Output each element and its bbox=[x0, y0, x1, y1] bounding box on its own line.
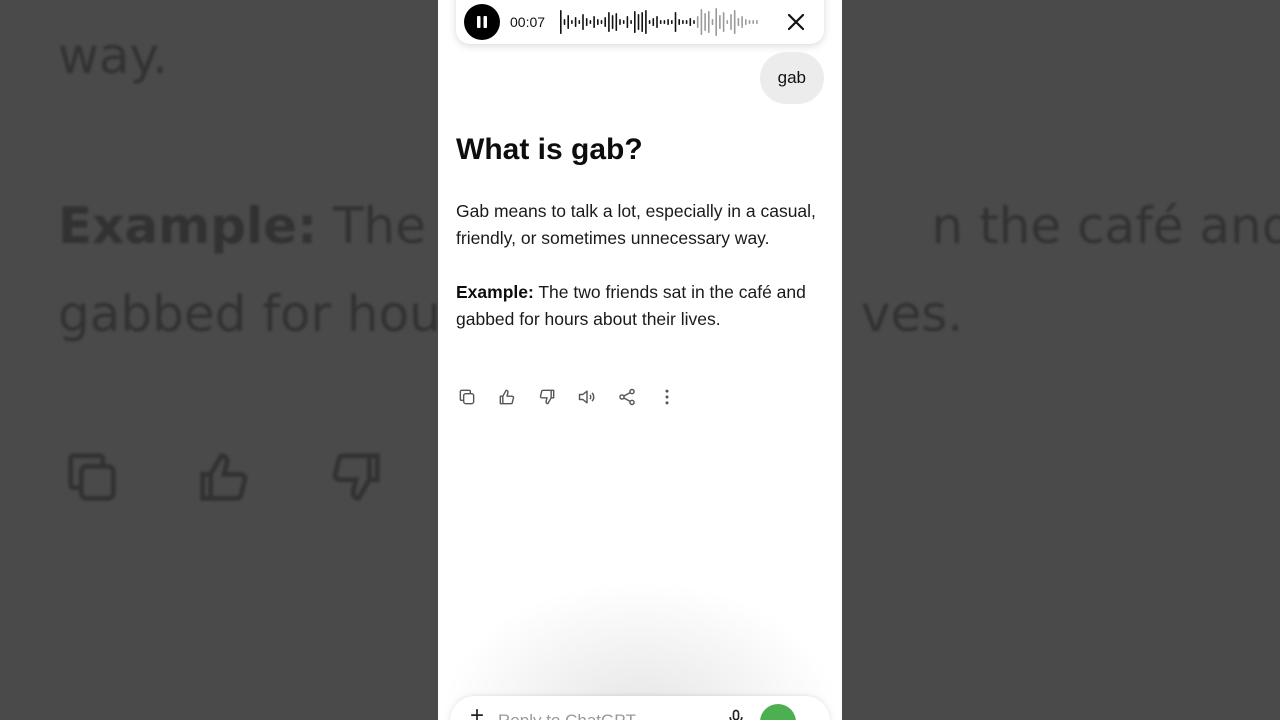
bg-line-2-b: n the café and bbox=[931, 197, 1280, 255]
waveform-bar bbox=[752, 20, 754, 24]
assistant-response: What is gab? Gab means to talk a lot, es… bbox=[456, 130, 824, 333]
waveform-bar bbox=[597, 19, 599, 25]
waveform-bar bbox=[685, 20, 688, 24]
waveform-bar bbox=[696, 16, 699, 28]
example-paragraph: Example: The two friends sat in the café… bbox=[456, 279, 824, 333]
bg-line-3-b: ves. bbox=[860, 285, 964, 343]
example-label: Example: bbox=[456, 282, 534, 302]
waveform-bar bbox=[689, 18, 692, 26]
close-recording-button[interactable] bbox=[784, 10, 808, 34]
bg-example-label: Example: bbox=[58, 197, 318, 255]
copy-icon bbox=[459, 389, 475, 405]
waveform-bar bbox=[704, 13, 706, 31]
close-icon bbox=[787, 13, 805, 31]
message-input[interactable] bbox=[496, 710, 721, 720]
waveform-bar bbox=[652, 18, 655, 26]
chat-screen: 00:07 gab What is gab? Gab means to talk… bbox=[438, 0, 842, 720]
waveform-bar bbox=[637, 14, 640, 30]
waveform-bar bbox=[560, 10, 562, 34]
user-message-text: gab bbox=[777, 68, 806, 87]
more-options-button[interactable] bbox=[656, 384, 678, 410]
definition-text: Gab means to talk a lot, especially in a… bbox=[456, 201, 816, 248]
waveform-bar bbox=[626, 16, 629, 28]
share-icon bbox=[619, 388, 635, 406]
voice-recording-bar: 00:07 bbox=[456, 0, 824, 44]
waveform-bar bbox=[745, 19, 747, 25]
waveform-bar bbox=[656, 16, 658, 28]
waveform-bar bbox=[708, 11, 710, 33]
response-title: What is gab? bbox=[456, 133, 643, 166]
waveform-bar bbox=[645, 10, 647, 34]
waveform-bar bbox=[622, 20, 625, 24]
waveform-bar bbox=[741, 16, 743, 28]
waveform-bar bbox=[600, 20, 603, 24]
waveform-bar bbox=[611, 15, 614, 29]
waveform-bar bbox=[593, 16, 595, 28]
waveform-bar bbox=[674, 12, 677, 32]
waveform-bar bbox=[682, 20, 684, 24]
waveform-bar bbox=[671, 20, 673, 24]
waveform-bar bbox=[678, 19, 680, 25]
thumbs-down-icon bbox=[539, 389, 555, 405]
waveform-bar bbox=[571, 20, 573, 24]
voice-mode-button[interactable] bbox=[760, 704, 797, 720]
waveform-bar bbox=[748, 20, 751, 24]
waveform-bar bbox=[634, 11, 636, 33]
waveform-bar bbox=[608, 12, 610, 32]
more-icon bbox=[665, 389, 669, 405]
user-message-bubble: gab bbox=[759, 52, 824, 104]
bg-line-3-a: gabbed for hou bbox=[58, 285, 441, 343]
pause-button[interactable] bbox=[464, 4, 500, 40]
share-button[interactable] bbox=[616, 384, 638, 410]
thumbs-up-button[interactable] bbox=[496, 384, 518, 410]
bg-copy-icon bbox=[68, 453, 116, 501]
thumbs-down-button[interactable] bbox=[536, 384, 558, 410]
copy-button[interactable] bbox=[456, 384, 478, 410]
waveform-bar bbox=[700, 9, 703, 35]
waveform-bar bbox=[630, 20, 632, 24]
speaker-icon bbox=[578, 390, 595, 404]
waveform-bar bbox=[730, 14, 732, 30]
response-actions bbox=[456, 384, 678, 410]
waveform-bar bbox=[737, 18, 740, 26]
bg-line-1: way. bbox=[58, 12, 168, 100]
bg-thumbs-up-icon bbox=[200, 453, 248, 501]
waveform-bar bbox=[574, 17, 577, 27]
bg-icons bbox=[60, 445, 388, 509]
waveform-bar bbox=[726, 20, 729, 24]
waveform-bar bbox=[567, 15, 569, 29]
bg-line-1-text: way. bbox=[58, 27, 168, 85]
thumbs-up-icon bbox=[499, 389, 515, 405]
waveform-bar bbox=[667, 19, 669, 25]
read-aloud-button[interactable] bbox=[576, 384, 598, 410]
message-composer: + bbox=[450, 696, 830, 720]
waveform bbox=[560, 8, 758, 36]
waveform-bar bbox=[715, 8, 717, 36]
waveform-bar bbox=[582, 14, 584, 30]
waveform-bar bbox=[756, 20, 758, 24]
pause-icon bbox=[477, 16, 487, 28]
waveform-bar bbox=[733, 10, 736, 34]
waveform-bar bbox=[648, 20, 651, 24]
waveform-bar bbox=[693, 20, 695, 24]
recording-timer: 00:07 bbox=[510, 14, 546, 30]
waveform-bar bbox=[585, 18, 588, 26]
waveform-bar bbox=[578, 20, 581, 24]
bg-thumbs-down-icon bbox=[332, 453, 380, 501]
waveform-bar bbox=[711, 19, 714, 25]
waveform-bar bbox=[719, 15, 721, 29]
waveform-bar bbox=[589, 20, 592, 24]
plus-icon[interactable]: + bbox=[470, 704, 484, 720]
mic-icon[interactable] bbox=[726, 708, 746, 720]
waveform-bar bbox=[604, 17, 606, 27]
waveform-bar bbox=[615, 13, 618, 31]
waveform-bar bbox=[641, 12, 643, 32]
waveform-bar bbox=[619, 19, 621, 25]
waveform-bar bbox=[663, 20, 666, 24]
waveform-bar bbox=[659, 20, 662, 24]
waveform-bar bbox=[722, 12, 725, 32]
waveform-bar bbox=[563, 19, 566, 25]
